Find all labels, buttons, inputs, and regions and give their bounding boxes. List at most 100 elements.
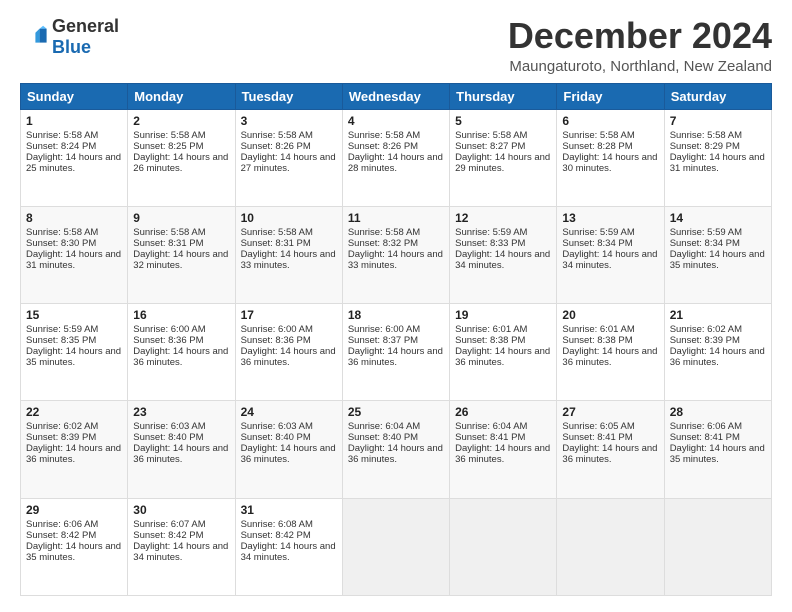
- sunrise-text: Sunrise: 5:58 AM: [241, 130, 313, 141]
- sunrise-text: Sunrise: 5:58 AM: [26, 227, 98, 238]
- calendar-cell: 1Sunrise: 5:58 AMSunset: 8:24 PMDaylight…: [21, 109, 128, 206]
- daylight-text: Daylight: 14 hours and 35 minutes.: [670, 443, 765, 465]
- daylight-text: Daylight: 14 hours and 32 minutes.: [133, 249, 228, 271]
- daylight-text: Daylight: 14 hours and 35 minutes.: [670, 249, 765, 271]
- calendar-cell: 8Sunrise: 5:58 AMSunset: 8:30 PMDaylight…: [21, 206, 128, 303]
- daylight-text: Daylight: 14 hours and 31 minutes.: [26, 249, 121, 271]
- sunrise-text: Sunrise: 6:00 AM: [133, 324, 205, 335]
- daylight-text: Daylight: 14 hours and 36 minutes.: [348, 443, 443, 465]
- calendar-cell: 11Sunrise: 5:58 AMSunset: 8:32 PMDayligh…: [342, 206, 449, 303]
- sunset-text: Sunset: 8:34 PM: [562, 238, 632, 249]
- sunset-text: Sunset: 8:36 PM: [133, 335, 203, 346]
- calendar-cell: [450, 498, 557, 595]
- day-number: 19: [455, 308, 551, 322]
- sunset-text: Sunset: 8:28 PM: [562, 141, 632, 152]
- sunrise-text: Sunrise: 6:04 AM: [455, 421, 527, 432]
- logo-icon: [20, 23, 48, 51]
- calendar-cell: [342, 498, 449, 595]
- daylight-text: Daylight: 14 hours and 27 minutes.: [241, 152, 336, 174]
- day-number: 23: [133, 405, 229, 419]
- day-number: 28: [670, 405, 766, 419]
- daylight-text: Daylight: 14 hours and 36 minutes.: [241, 443, 336, 465]
- day-number: 15: [26, 308, 122, 322]
- daylight-text: Daylight: 14 hours and 36 minutes.: [562, 443, 657, 465]
- day-number: 18: [348, 308, 444, 322]
- day-number: 9: [133, 211, 229, 225]
- sunset-text: Sunset: 8:26 PM: [241, 141, 311, 152]
- daylight-text: Daylight: 14 hours and 30 minutes.: [562, 152, 657, 174]
- page: General Blue December 2024 Maungaturoto,…: [0, 0, 792, 612]
- calendar-cell: 12Sunrise: 5:59 AMSunset: 8:33 PMDayligh…: [450, 206, 557, 303]
- calendar-cell: 16Sunrise: 6:00 AMSunset: 8:36 PMDayligh…: [128, 304, 235, 401]
- calendar-cell: [557, 498, 664, 595]
- daylight-text: Daylight: 14 hours and 36 minutes.: [455, 443, 550, 465]
- sunrise-text: Sunrise: 6:04 AM: [348, 421, 420, 432]
- sunrise-text: Sunrise: 6:05 AM: [562, 421, 634, 432]
- sunset-text: Sunset: 8:41 PM: [562, 432, 632, 443]
- calendar-cell: 15Sunrise: 5:59 AMSunset: 8:35 PMDayligh…: [21, 304, 128, 401]
- day-number: 10: [241, 211, 337, 225]
- sunrise-text: Sunrise: 6:02 AM: [26, 421, 98, 432]
- daylight-text: Daylight: 14 hours and 36 minutes.: [133, 443, 228, 465]
- sunrise-text: Sunrise: 6:07 AM: [133, 519, 205, 530]
- calendar-cell: 24Sunrise: 6:03 AMSunset: 8:40 PMDayligh…: [235, 401, 342, 498]
- calendar-header-tuesday: Tuesday: [235, 83, 342, 109]
- calendar-cell: 3Sunrise: 5:58 AMSunset: 8:26 PMDaylight…: [235, 109, 342, 206]
- sunrise-text: Sunrise: 6:01 AM: [562, 324, 634, 335]
- calendar-cell: 29Sunrise: 6:06 AMSunset: 8:42 PMDayligh…: [21, 498, 128, 595]
- daylight-text: Daylight: 14 hours and 29 minutes.: [455, 152, 550, 174]
- day-number: 12: [455, 211, 551, 225]
- calendar-cell: 31Sunrise: 6:08 AMSunset: 8:42 PMDayligh…: [235, 498, 342, 595]
- sunrise-text: Sunrise: 6:02 AM: [670, 324, 742, 335]
- sunset-text: Sunset: 8:41 PM: [455, 432, 525, 443]
- sunset-text: Sunset: 8:42 PM: [26, 530, 96, 541]
- calendar-cell: 6 Sunrise: 5:58 AMSunset: 8:28 PMDaylight…: [557, 109, 664, 206]
- daylight-text: Daylight: 14 hours and 33 minutes.: [241, 249, 336, 271]
- sunrise-text: Sunrise: 5:58 AM: [455, 130, 527, 141]
- day-number: 2: [133, 114, 229, 128]
- calendar-week-row: 1Sunrise: 5:58 AMSunset: 8:24 PMDaylight…: [21, 109, 772, 206]
- calendar-cell: 17Sunrise: 6:00 AMSunset: 8:36 PMDayligh…: [235, 304, 342, 401]
- calendar-cell: 27Sunrise: 6:05 AMSunset: 8:41 PMDayligh…: [557, 401, 664, 498]
- daylight-text: Daylight: 14 hours and 28 minutes.: [348, 152, 443, 174]
- day-number: 1: [26, 114, 122, 128]
- day-number: 6: [562, 114, 658, 128]
- sunset-text: Sunset: 8:32 PM: [348, 238, 418, 249]
- sunset-text: Sunset: 8:39 PM: [670, 335, 740, 346]
- day-number: 14: [670, 211, 766, 225]
- sunrise-text: Sunrise: 5:58 AM: [348, 130, 420, 141]
- sunrise-text: Sunrise: 6:01 AM: [455, 324, 527, 335]
- daylight-text: Daylight: 14 hours and 26 minutes.: [133, 152, 228, 174]
- sunset-text: Sunset: 8:38 PM: [562, 335, 632, 346]
- daylight-text: Daylight: 14 hours and 36 minutes.: [133, 346, 228, 368]
- calendar-header-thursday: Thursday: [450, 83, 557, 109]
- sunrise-text: Sunrise: 5:59 AM: [26, 324, 98, 335]
- calendar-cell: [664, 498, 771, 595]
- daylight-text: Daylight: 14 hours and 34 minutes.: [562, 249, 657, 271]
- sunrise-text: Sunrise: 5:58 AM: [348, 227, 420, 238]
- daylight-text: Daylight: 14 hours and 25 minutes.: [26, 152, 121, 174]
- daylight-text: Daylight: 14 hours and 36 minutes.: [562, 346, 657, 368]
- sunrise-text: Sunrise: 5:59 AM: [562, 227, 634, 238]
- sunrise-text: Sunrise: 5:58 AM: [562, 130, 634, 141]
- day-number: 20: [562, 308, 658, 322]
- daylight-text: Daylight: 14 hours and 31 minutes.: [670, 152, 765, 174]
- logo-general: General: [52, 16, 119, 36]
- calendar-cell: 30Sunrise: 6:07 AMSunset: 8:42 PMDayligh…: [128, 498, 235, 595]
- calendar-header-friday: Friday: [557, 83, 664, 109]
- sunrise-text: Sunrise: 6:03 AM: [133, 421, 205, 432]
- daylight-text: Daylight: 14 hours and 35 minutes.: [26, 541, 121, 563]
- day-number: 29: [26, 503, 122, 517]
- sunset-text: Sunset: 8:24 PM: [26, 141, 96, 152]
- daylight-text: Daylight: 14 hours and 34 minutes.: [241, 541, 336, 563]
- sunrise-text: Sunrise: 5:59 AM: [670, 227, 742, 238]
- sunset-text: Sunset: 8:33 PM: [455, 238, 525, 249]
- sunset-text: Sunset: 8:36 PM: [241, 335, 311, 346]
- day-number: 22: [26, 405, 122, 419]
- calendar-cell: 20 Sunrise: 6:01 AMSunset: 8:38 PMDayligh…: [557, 304, 664, 401]
- sunrise-text: Sunrise: 6:08 AM: [241, 519, 313, 530]
- calendar-header-monday: Monday: [128, 83, 235, 109]
- calendar-cell: 26Sunrise: 6:04 AMSunset: 8:41 PMDayligh…: [450, 401, 557, 498]
- sunset-text: Sunset: 8:30 PM: [26, 238, 96, 249]
- calendar-cell: 5Sunrise: 5:58 AMSunset: 8:27 PMDaylight…: [450, 109, 557, 206]
